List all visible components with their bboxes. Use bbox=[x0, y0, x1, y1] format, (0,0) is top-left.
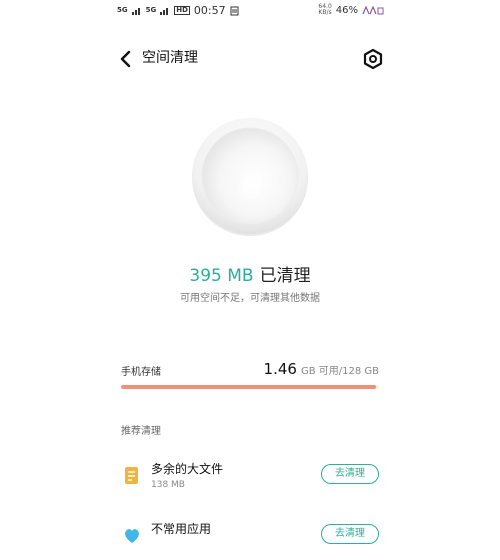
notification-icon bbox=[230, 6, 239, 15]
list-item: 不常用应用 去清理 bbox=[121, 520, 379, 560]
clean-bowl-illustration bbox=[189, 115, 311, 237]
storage-usage-bar bbox=[121, 385, 379, 389]
list-item: 多余的大文件 138 MB 去清理 bbox=[121, 460, 379, 500]
status-right: 64.0 KB/s 46% bbox=[318, 4, 384, 16]
cleaned-amount: 395 MB bbox=[189, 266, 254, 286]
phone-storage: 手机存储 1.46 GB 可用/128 GB bbox=[121, 360, 379, 392]
storage-available: 1.46 bbox=[263, 360, 297, 378]
item-size: 138 MB bbox=[151, 480, 185, 490]
storage-available-unit: GB 可用 bbox=[300, 366, 339, 377]
storage-total: 128 GB bbox=[342, 366, 379, 377]
clean-unused-apps-button[interactable]: 去清理 bbox=[321, 524, 379, 544]
recommend-title: 推荐清理 bbox=[121, 426, 161, 437]
heart-icon bbox=[125, 529, 139, 543]
page-title: 空间清理 bbox=[142, 50, 198, 66]
file-icon bbox=[125, 467, 138, 484]
battery-percent: 46% bbox=[335, 4, 358, 16]
signal-bars-icon bbox=[131, 7, 140, 15]
item-name: 不常用应用 bbox=[151, 522, 212, 536]
item-name: 多余的大文件 bbox=[151, 462, 224, 476]
network-speed: 64.0 KB/s bbox=[318, 4, 331, 16]
hd-badge: HD bbox=[174, 6, 190, 15]
app-header: 空间清理 bbox=[118, 46, 384, 72]
space-hint: 可用空间不足，可清理其他数据 bbox=[180, 293, 320, 304]
clean-large-files-button[interactable]: 去清理 bbox=[321, 464, 379, 484]
storage-label: 手机存储 bbox=[121, 367, 161, 378]
signal-bars-icon bbox=[160, 7, 169, 15]
storage-value: 1.46 GB 可用/128 GB bbox=[264, 360, 379, 378]
back-arrow-icon[interactable] bbox=[118, 48, 134, 70]
clock: 00:57 bbox=[193, 4, 226, 17]
status-bar: 5G 5G HD 00:57 64.0 KB/s 46% bbox=[0, 0, 500, 22]
signal-indicator-2: 5G bbox=[145, 6, 157, 14]
cleaned-label: 已清理 bbox=[259, 266, 311, 286]
settings-gear-icon[interactable] bbox=[362, 48, 384, 70]
signal-indicator-1: 5G bbox=[117, 6, 128, 14]
speed-unit: KB/s bbox=[318, 9, 332, 16]
bowl-icon bbox=[192, 118, 308, 236]
cleaned-summary: 395 MB 已清理 bbox=[0, 265, 500, 287]
status-left: 5G 5G HD 00:57 bbox=[117, 4, 239, 17]
wifi-battery-icons bbox=[362, 5, 384, 15]
storage-usage-fill bbox=[121, 385, 377, 389]
